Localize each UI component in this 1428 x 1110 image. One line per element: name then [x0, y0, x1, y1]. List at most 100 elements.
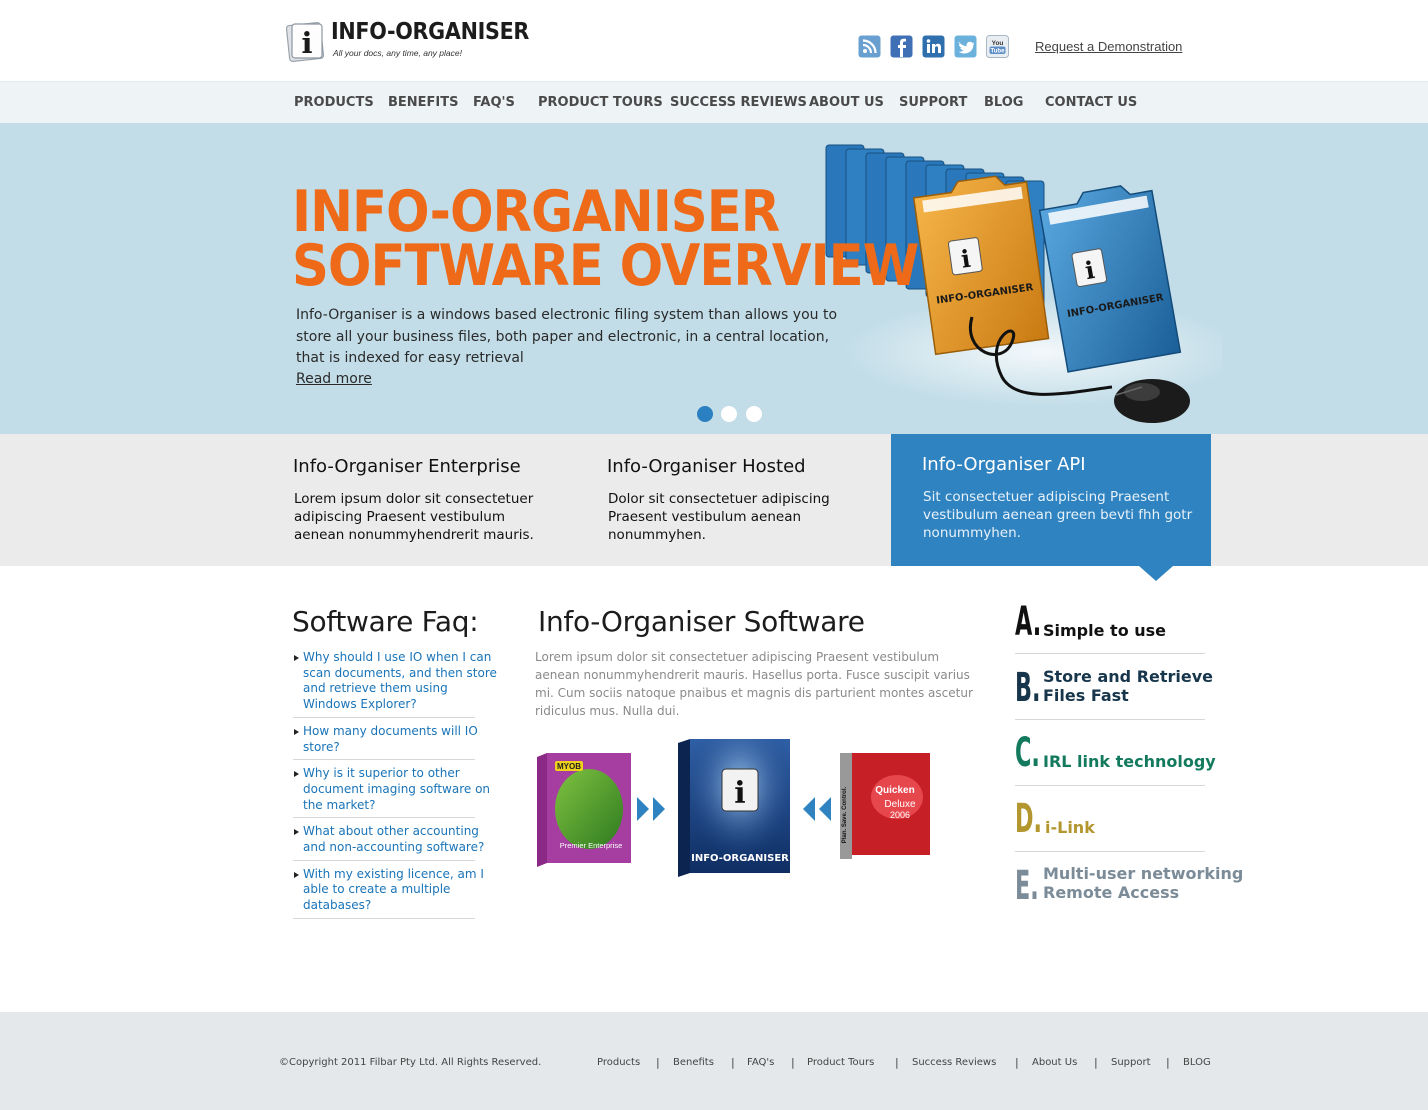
svg-text:MYOB: MYOB — [557, 762, 581, 771]
svg-text:You: You — [992, 40, 1004, 47]
svg-text:INFO-ORGANISER: INFO-ORGANISER — [691, 853, 789, 864]
logo-tagline: All your docs, any time, any place! — [333, 48, 462, 58]
footer-link-blog[interactable]: BLOG — [1183, 1057, 1211, 1068]
bullet-arrow-icon — [294, 829, 299, 836]
copyright-text: ©Copyright 2011 Filbar Pty Ltd. All Righ… — [279, 1057, 542, 1068]
svg-text:Premier Enterprise: Premier Enterprise — [560, 841, 623, 850]
request-demo-link[interactable]: Request a Demonstration — [1035, 39, 1182, 54]
faq-item[interactable]: What about other accounting and non-acco… — [293, 824, 484, 861]
slider-dot-2[interactable] — [721, 406, 737, 422]
benefit-letter: E. — [1015, 863, 1039, 909]
footer-separator: | — [656, 1056, 660, 1069]
hero-slider: i INFO-ORGANISER i INFO-ORGANISER INFO-O… — [0, 123, 1428, 434]
benefit-label: i-Link — [1045, 818, 1095, 837]
divider — [1015, 851, 1205, 852]
bullet-arrow-icon — [294, 728, 299, 735]
benefit-item-b: B. Store and Retrieve Files Fast — [1015, 665, 1213, 726]
footer-link-benefits[interactable]: Benefits — [673, 1057, 714, 1068]
faq-item[interactable]: Why is it superior to other document ima… — [293, 766, 490, 819]
orange-folder: i INFO-ORGANISER — [912, 175, 1050, 356]
benefit-item-d: D. i-Link — [1015, 799, 1210, 859]
footer-separator: | — [895, 1056, 899, 1069]
footer-separator: | — [1166, 1056, 1170, 1069]
footer-link-products[interactable]: Products — [597, 1057, 640, 1068]
footer-separator: | — [1094, 1056, 1098, 1069]
svg-text:Deluxe: Deluxe — [884, 799, 916, 810]
software-description: Lorem ipsum dolor sit consectetuer adipi… — [535, 650, 973, 718]
arrow-left-icon — [803, 797, 831, 821]
faq-list: Why should I use IO when I can scan docu… — [293, 650, 497, 925]
facebook-icon[interactable] — [890, 35, 913, 58]
quicken-box-image: Plan. Save. Control. Quicken Deluxe 2006 — [840, 753, 930, 859]
benefit-letter: C. — [1015, 730, 1040, 776]
software-heading: Info-Organiser Software — [538, 605, 865, 638]
bullet-arrow-icon — [294, 871, 299, 878]
nav-item-products[interactable]: PRODUCTS — [294, 95, 374, 110]
read-more-link[interactable]: Read more — [296, 371, 372, 387]
faq-item[interactable]: Why should I use IO when I can scan docu… — [293, 650, 497, 718]
nav-item-contact-us[interactable]: CONTACT US — [1045, 95, 1137, 110]
footer-link-about-us[interactable]: About Us — [1032, 1057, 1077, 1068]
benefit-letter: B. — [1015, 665, 1041, 711]
benefit-label: Multi-user networking Remote Access — [1043, 864, 1244, 902]
footer-separator: | — [1015, 1056, 1019, 1069]
nav-item-support[interactable]: SUPPORT — [899, 95, 967, 110]
linkedin-icon[interactable] — [922, 35, 945, 58]
feature-api-text: Sit consectetuer adipiscing Praesent ves… — [923, 489, 1193, 541]
twitter-icon[interactable] — [954, 35, 977, 58]
svg-text:Plan. Save. Control.: Plan. Save. Control. — [842, 787, 848, 844]
slider-dot-3[interactable] — [746, 406, 762, 422]
faq-item[interactable]: With my existing licence, am I able to c… — [293, 867, 484, 919]
site-footer: ©Copyright 2011 Filbar Pty Ltd. All Righ… — [0, 1012, 1428, 1110]
nav-item-about-us[interactable]: ABOUT US — [809, 95, 884, 110]
feature-enterprise-title[interactable]: Info-Organiser Enterprise — [293, 456, 521, 477]
feature-hosted-title[interactable]: Info-Organiser Hosted — [607, 456, 806, 477]
faq-item[interactable]: How many documents will IO store? — [293, 724, 478, 761]
hero-title: INFO-ORGANISER SOFTWARE OVERVIEW — [292, 179, 919, 299]
footer-separator: | — [791, 1056, 795, 1069]
youtube-icon[interactable]: You Tube — [986, 35, 1009, 58]
site-logo[interactable]: i INFO-ORGANISER All your docs, any time… — [286, 18, 529, 64]
footer-link-product-tours[interactable]: Product Tours — [807, 1057, 874, 1068]
logo-letter: i — [301, 26, 312, 60]
svg-text:i: i — [734, 776, 745, 811]
feature-api-panel[interactable]: Info-Organiser API Sit consectetuer adip… — [891, 434, 1211, 566]
footer-separator: | — [731, 1056, 735, 1069]
main-nav: PRODUCTS BENEFITS FAQ'S PRODUCT TOURS SU… — [0, 81, 1428, 123]
feature-api-title[interactable]: Info-Organiser API — [922, 454, 1086, 475]
svg-text:Quicken: Quicken — [875, 785, 914, 796]
hero-title-line-2: SOFTWARE OVERVIEW — [292, 233, 919, 299]
feature-hosted-text: Dolor sit consectetuer adipiscing Praese… — [608, 491, 830, 543]
footer-link-support[interactable]: Support — [1111, 1057, 1151, 1068]
feature-enterprise-text: Lorem ipsum dolor sit consectetuer adipi… — [294, 491, 534, 543]
hero-description: Info-Organiser is a windows based electr… — [296, 307, 838, 366]
arrow-right-icon — [637, 797, 665, 821]
divider — [1015, 719, 1205, 720]
bullet-arrow-icon — [294, 655, 299, 661]
nav-item-success-reviews[interactable]: SUCCESS REVIEWS — [670, 95, 807, 110]
divider — [1015, 785, 1205, 786]
hero-title-line-1: INFO-ORGANISER — [292, 179, 780, 245]
svg-text:Tube: Tube — [991, 49, 1006, 55]
faq-heading: Software Faq: — [292, 605, 479, 638]
feature-api-pointer — [1139, 566, 1173, 581]
footer-link-success-reviews[interactable]: Success Reviews — [912, 1057, 996, 1068]
benefit-label: Simple to use — [1043, 621, 1167, 640]
nav-item-benefits[interactable]: BENEFITS — [388, 95, 459, 110]
mouse-icon — [1114, 379, 1190, 423]
benefit-letter: A. — [1015, 599, 1042, 645]
slider-dot-1[interactable] — [697, 406, 713, 422]
info-organiser-box-image: i INFO-ORGANISER — [678, 739, 790, 877]
footer-link-faqs[interactable]: FAQ's — [747, 1057, 774, 1068]
benefit-item-c: C. IRL link technology — [1015, 730, 1216, 793]
myob-box-image: MYOB Premier Enterprise — [537, 753, 631, 867]
nav-item-blog[interactable]: BLOG — [984, 95, 1023, 110]
benefit-label: IRL link technology — [1043, 752, 1216, 771]
bullet-arrow-icon — [294, 771, 299, 778]
site-header: i INFO-ORGANISER All your docs, any time… — [0, 0, 1428, 81]
rss-icon[interactable] — [858, 35, 881, 58]
nav-item-faqs[interactable]: FAQ'S — [473, 95, 515, 110]
divider — [1015, 653, 1205, 654]
nav-item-product-tours[interactable]: PRODUCT TOURS — [538, 95, 663, 110]
benefit-letter: D. — [1015, 796, 1043, 842]
